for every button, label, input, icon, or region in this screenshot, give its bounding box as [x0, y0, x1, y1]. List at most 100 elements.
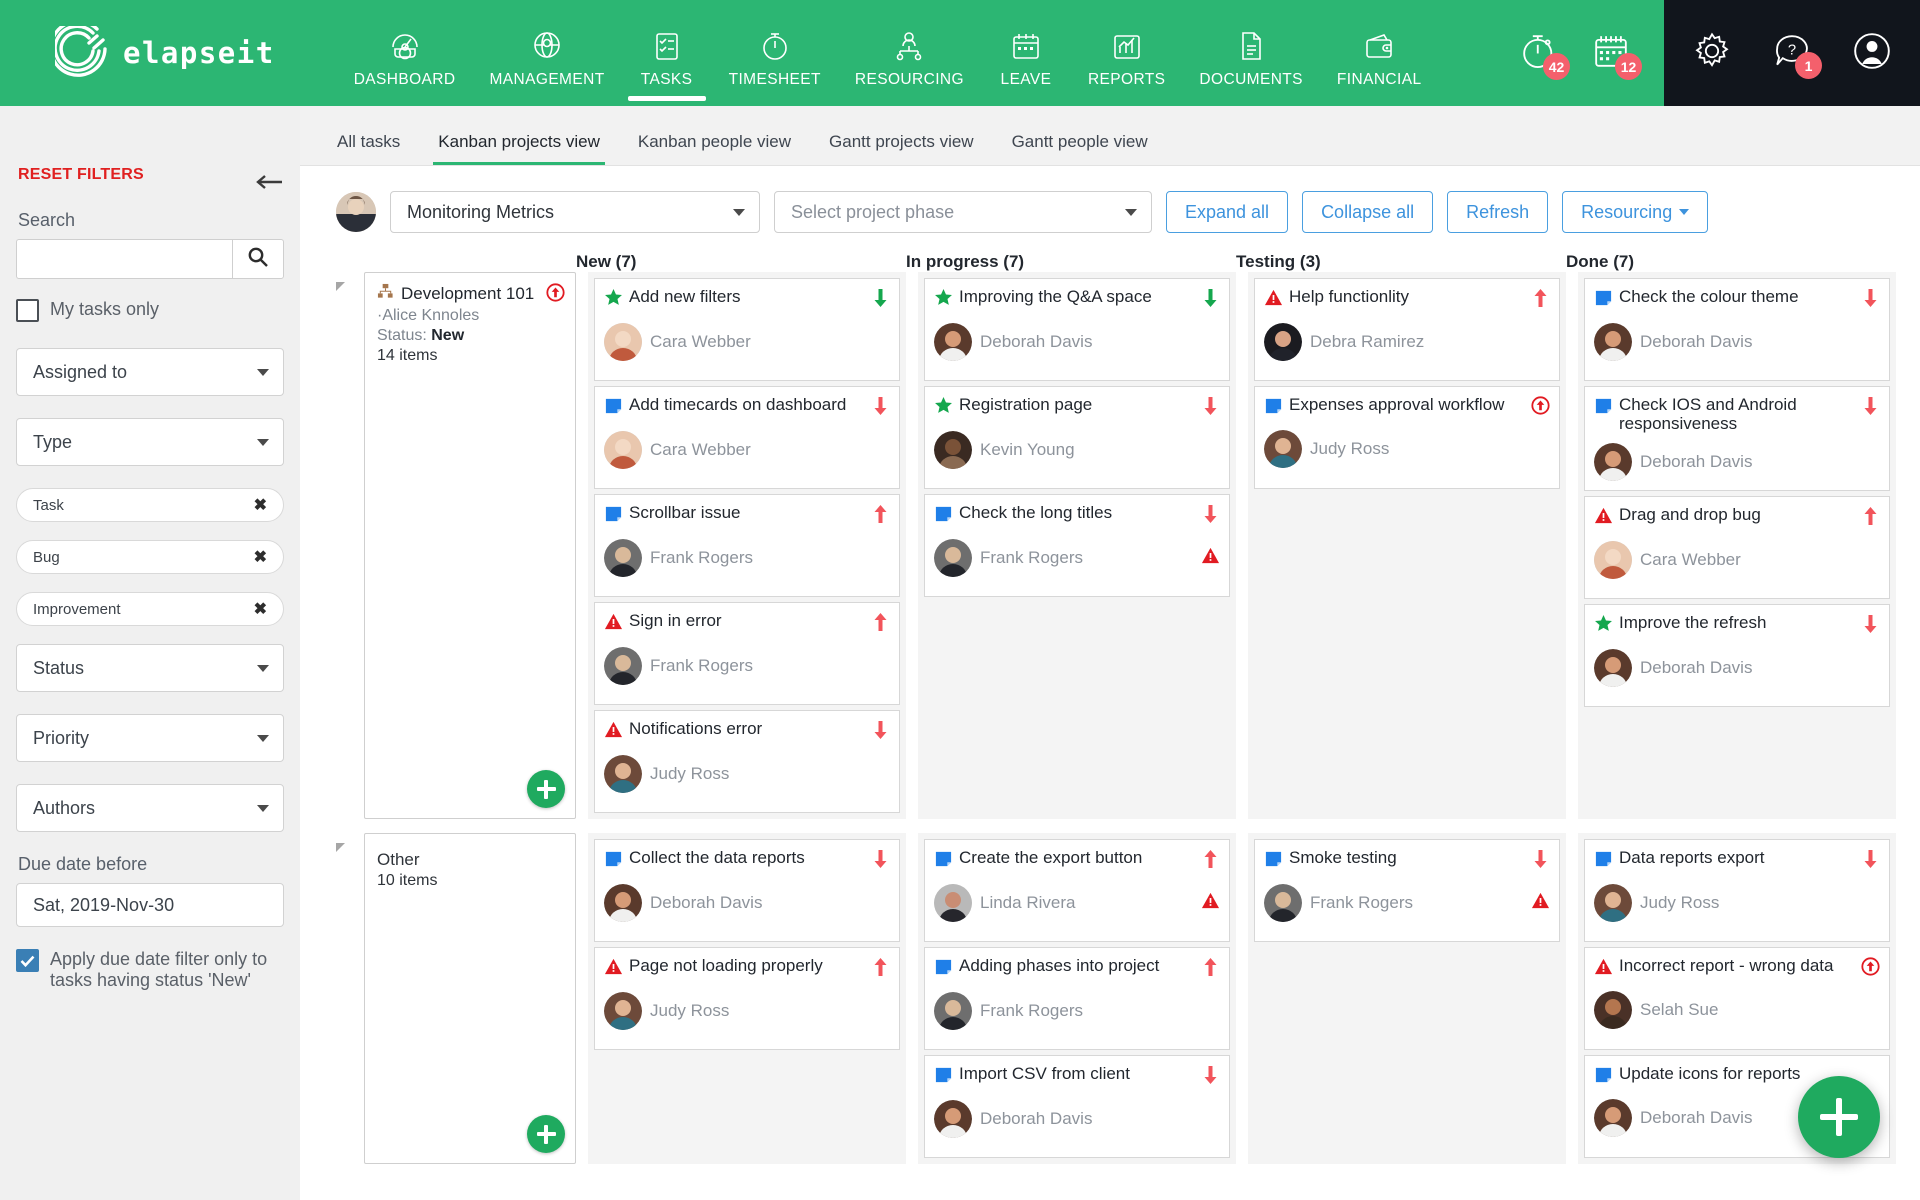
group-collapse-toggle[interactable] — [336, 272, 352, 819]
task-card[interactable]: Notifications error Judy Ross — [594, 710, 900, 813]
task-title: Scrollbar issue — [629, 503, 741, 522]
task-card-footer: Debra Ramirez — [1264, 323, 1550, 361]
nav-item-management[interactable]: MANAGEMENT — [472, 17, 621, 89]
task-card[interactable]: Add new filters Cara Webber — [594, 278, 900, 381]
nav-item-financial[interactable]: FINANCIAL — [1320, 17, 1439, 89]
task-card[interactable]: Data reports export Judy Ross — [1584, 839, 1890, 942]
task-card[interactable]: Add timecards on dashboard Cara Webber — [594, 386, 900, 489]
task-card-header: Check the colour theme — [1594, 287, 1880, 313]
help-button[interactable]: ? 1 — [1770, 31, 1822, 79]
task-card[interactable]: Import CSV from client Deborah Davis — [924, 1055, 1230, 1158]
task-priority — [870, 849, 890, 874]
apply-due-date-checkbox[interactable] — [16, 949, 39, 972]
timer-button[interactable]: 42 — [1516, 30, 1570, 80]
task-card[interactable]: Check the colour theme Deborah Davis — [1584, 278, 1890, 381]
task-card[interactable]: Improve the refresh Deborah Davis — [1584, 604, 1890, 708]
task-card[interactable]: Collect the data reports Deborah Davis — [594, 839, 900, 942]
search-button[interactable] — [232, 239, 284, 279]
resourcing-dropdown-button[interactable]: Resourcing — [1562, 191, 1709, 233]
group-item-count: 10 items — [377, 872, 438, 889]
my-tasks-only-row[interactable]: My tasks only — [16, 299, 284, 322]
type-chip-task[interactable]: Task ✖ — [16, 488, 284, 522]
tab-kanban-projects-view[interactable]: Kanban projects view — [419, 132, 619, 165]
task-title: Check the colour theme — [1619, 287, 1799, 306]
tab-kanban-people-view[interactable]: Kanban people view — [619, 132, 810, 165]
task-assignee: Judy Ross — [1640, 893, 1720, 912]
type-chip-improvement[interactable]: Improvement ✖ — [16, 592, 284, 626]
profile-button[interactable] — [1850, 31, 1894, 75]
group-card[interactable]: Development 101 ·Alice Knnoles Status: New… — [364, 272, 576, 819]
avatar — [934, 431, 972, 469]
task-card[interactable]: Registration page Kevin Young — [924, 386, 1230, 489]
priority-lowest-arrow-down-icon — [872, 849, 889, 874]
group-collapse-toggle[interactable] — [336, 833, 352, 1164]
column-header-done: Done (7) — [1566, 252, 1884, 272]
nav-item-leave[interactable]: LEAVE — [981, 17, 1071, 89]
task-title: Data reports export — [1619, 848, 1765, 867]
close-icon[interactable]: ✖ — [254, 547, 267, 567]
task-card-footer: Deborah Davis — [1594, 323, 1880, 361]
tab-gantt-projects-view[interactable]: Gantt projects view — [810, 132, 993, 165]
chevron-down-icon — [1125, 208, 1137, 216]
task-card[interactable]: Page not loading properly Judy Ross — [594, 947, 900, 1050]
column-title: New (7) — [576, 252, 637, 271]
type-select[interactable]: Type — [16, 418, 284, 466]
avatar — [934, 884, 972, 922]
chevron-down-icon — [257, 368, 269, 376]
task-card[interactable]: Check the long titles Frank Rogers — [924, 494, 1230, 597]
type-chip-bug[interactable]: Bug ✖ — [16, 540, 284, 574]
calendar-button[interactable]: 12 — [1588, 30, 1642, 80]
refresh-button[interactable]: Refresh — [1447, 191, 1549, 233]
task-card[interactable]: Sign in error Frank Rogers — [594, 602, 900, 705]
task-card[interactable]: Smoke testing Frank Rogers — [1254, 839, 1560, 942]
status-select[interactable]: Status — [16, 644, 284, 692]
nav-item-dashboard[interactable]: DASHBOARD — [337, 17, 473, 89]
close-icon[interactable]: ✖ — [254, 495, 267, 515]
add-task-to-group-button[interactable] — [527, 770, 565, 808]
task-card[interactable]: Improving the Q&A space Deborah Davis — [924, 278, 1230, 381]
apply-due-date-row[interactable]: Apply due date filter only to tasks havi… — [16, 949, 284, 991]
nav-item-tasks[interactable]: TASKS — [622, 17, 712, 101]
task-title: Collect the data reports — [629, 848, 805, 867]
overdue-alert-icon — [1201, 891, 1220, 915]
task-card[interactable]: Check IOS and Android responsiveness Debo… — [1584, 386, 1890, 492]
task-card[interactable]: Adding phases into project Frank Rogers — [924, 947, 1230, 1050]
assigned-to-select[interactable]: Assigned to — [16, 348, 284, 396]
nav-item-reports[interactable]: REPORTS — [1071, 17, 1182, 89]
arrow-left-icon[interactable] — [254, 172, 284, 197]
group-card[interactable]: Other 10 items — [364, 833, 576, 1164]
priority-select[interactable]: Priority — [16, 714, 284, 762]
brand-logo[interactable]: elapseit — [49, 19, 275, 80]
group-row: Development 101 ·Alice Knnoles Status: New… — [336, 272, 1920, 819]
expand-all-button[interactable]: Expand all — [1166, 191, 1289, 233]
settings-button[interactable] — [1690, 31, 1734, 75]
task-card[interactable]: Create the export button Linda Rivera — [924, 839, 1230, 942]
authors-select[interactable]: Authors — [16, 784, 284, 832]
tab-gantt-people-view[interactable]: Gantt people view — [993, 132, 1167, 165]
bug-warning-icon — [604, 957, 623, 981]
task-card[interactable]: Drag and drop bug Cara Webber — [1584, 496, 1890, 600]
task-card-header: Improving the Q&A space — [934, 287, 1220, 313]
tab-all-tasks[interactable]: All tasks — [318, 132, 419, 165]
collapse-all-button[interactable]: Collapse all — [1302, 191, 1434, 233]
reset-filters-button[interactable]: RESET FILTERS — [18, 166, 284, 184]
add-task-to-group-button[interactable] — [527, 1115, 565, 1153]
due-date-input[interactable]: Sat, 2019-Nov-30 — [16, 883, 284, 927]
nav-item-resourcing[interactable]: RESOURCING — [838, 17, 981, 89]
task-priority — [1200, 957, 1220, 982]
nav-item-timesheet[interactable]: TIMESHEET — [712, 17, 838, 89]
nav-item-documents[interactable]: DOCUMENTS — [1182, 17, 1320, 89]
project-phase-select[interactable]: Select project phase — [774, 191, 1152, 233]
close-icon[interactable]: ✖ — [254, 599, 267, 619]
task-card[interactable]: Expenses approval workflow Judy Ross — [1254, 386, 1560, 489]
task-note-icon — [1264, 396, 1283, 420]
task-priority — [1530, 396, 1550, 420]
task-card[interactable]: Incorrect report - wrong data Selah Sue — [1584, 947, 1890, 1050]
my-tasks-only-checkbox[interactable] — [16, 299, 39, 322]
add-task-fab[interactable] — [1798, 1076, 1880, 1158]
search-input[interactable] — [16, 239, 232, 279]
task-card[interactable]: Help functionlity Debra Ramirez — [1254, 278, 1560, 381]
column-title: In progress (7) — [906, 252, 1025, 271]
task-card[interactable]: Scrollbar issue Frank Rogers — [594, 494, 900, 597]
project-select[interactable]: Monitoring Metrics — [390, 191, 760, 233]
